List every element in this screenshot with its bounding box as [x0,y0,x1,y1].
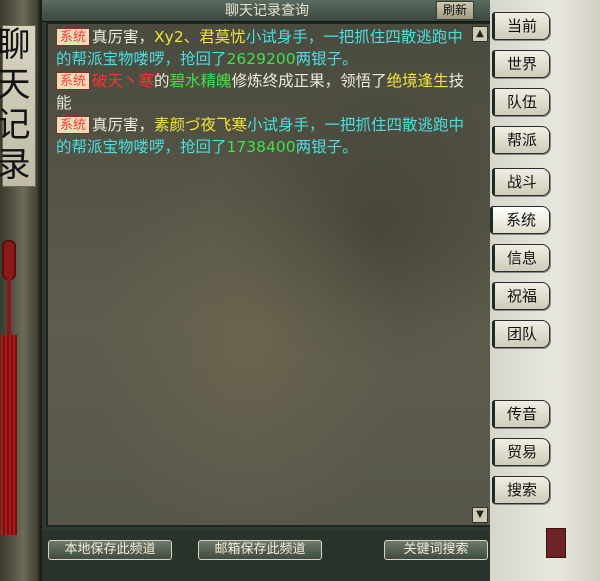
window-title: 聊天记录查询 [225,3,309,19]
tab-11[interactable]: 搜索 [492,476,550,504]
bottom-toolbar: 本地保存此频道 邮箱保存此频道 关键词搜索 [42,530,492,581]
message-segment: 喽啰，抢回了 [133,50,227,68]
tab-7[interactable]: 祝福 [492,282,550,310]
tab-3[interactable]: 帮派 [492,126,550,154]
message-segment: 喽啰，抢回了 [133,138,227,156]
chat-message: 系统 真厉害，素颜づ夜飞寒小试身手，一把抓住四散逃跑中的帮派宝物喽啰，抢回了173… [56,114,476,158]
channel-tab-column: 当前世界队伍帮派战斗系统信息祝福团队传音贸易搜索 [490,0,600,581]
save-local-button[interactable]: 本地保存此频道 [48,540,172,560]
tassel-cord [7,278,11,338]
message-segment: 两银子。 [295,138,358,156]
tab-9[interactable]: 传音 [492,400,550,428]
chat-log[interactable]: 系统 真厉害，Xy2、君莫忧小试身手，一把抓住四散逃跑中的帮派宝物喽啰，抢回了26… [46,22,492,527]
chat-message: 系统 真厉害，Xy2、君莫忧小试身手，一把抓住四散逃跑中的帮派宝物喽啰，抢回了26… [56,26,476,70]
message-segment: 的 [154,72,170,90]
tab-4[interactable]: 战斗 [492,168,550,196]
tab-0[interactable]: 当前 [492,12,550,40]
tassel-decoration [0,240,18,570]
message-segment: 2629200 [226,50,296,68]
message-segment: 碧水精魄 [169,72,232,90]
message-segment: 绝境逢生 [386,72,449,90]
system-tag: 系统 [56,116,91,134]
message-segment: 两银子。 [295,50,358,68]
left-scroll-decoration: 聊天记录 [0,0,40,581]
keyword-search-button[interactable]: 关键词搜索 [384,540,488,560]
tab-10[interactable]: 贸易 [492,438,550,466]
seal-stamp-icon [546,528,566,558]
system-tag: 系统 [56,28,91,46]
message-segment: Xy2、君莫忧 [154,28,246,46]
scroll-down-icon[interactable]: ▼ [472,507,488,523]
scroll-up-icon[interactable]: ▲ [472,26,488,42]
chat-history-panel: 聊天记录查询 刷新 系统 真厉害，Xy2、君莫忧小试身手，一把抓住四散逃跑中的帮派… [40,0,492,581]
message-segment: 真厉害， [92,116,155,134]
tab-5[interactable]: 系统 [490,206,550,234]
chat-message: 系统 破天丶寒的碧水精魄修炼终成正果，领悟了绝境逢生技能 [56,70,476,114]
side-title: 聊天记录 [0,25,36,187]
window-title-bar: 聊天记录查询 刷新 [42,0,492,22]
message-segment: 帮派宝物 [71,50,134,68]
tab-6[interactable]: 信息 [492,244,550,272]
message-segment: 修炼终成正果，领悟了 [231,72,387,90]
message-segment: 帮派宝物 [71,138,134,156]
refresh-button[interactable]: 刷新 [436,1,474,20]
tassel-knot [2,240,16,280]
message-segment: 破天丶寒 [92,72,155,90]
mail-save-button[interactable]: 邮箱保存此频道 [198,540,322,560]
tassel-fringe [1,335,17,535]
system-tag: 系统 [56,72,91,90]
tab-1[interactable]: 世界 [492,50,550,78]
message-segment: 1738400 [226,138,296,156]
message-segment: 素颜づ夜飞寒 [154,116,248,134]
message-segment: 真厉害， [92,28,155,46]
tab-8[interactable]: 团队 [492,320,550,348]
chat-messages: 系统 真厉害，Xy2、君莫忧小试身手，一把抓住四散逃跑中的帮派宝物喽啰，抢回了26… [56,26,476,158]
tab-2[interactable]: 队伍 [492,88,550,116]
